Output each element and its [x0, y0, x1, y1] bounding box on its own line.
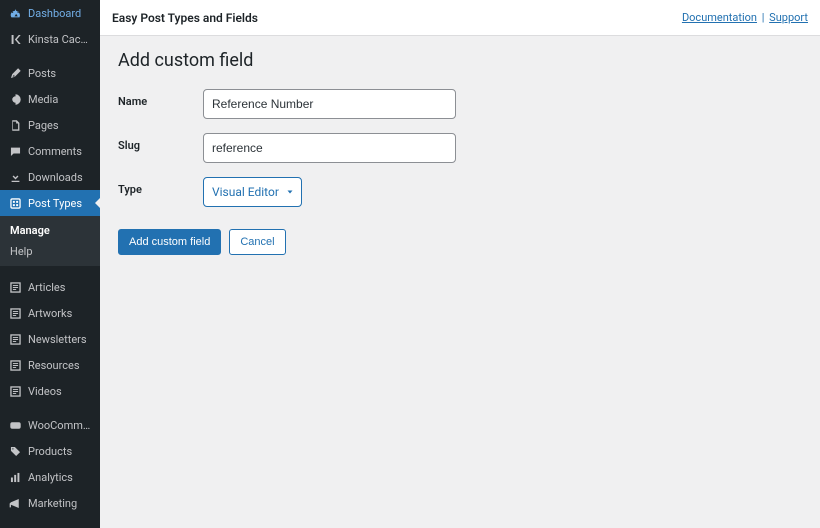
plugin-title: Easy Post Types and Fields [112, 11, 258, 25]
sidebar-item-media[interactable]: Media [0, 86, 100, 112]
sidebar-item-label: Downloads [28, 171, 83, 184]
sidebar-item-newsletters[interactable]: Newsletters [0, 326, 100, 352]
comments-icon [8, 144, 22, 158]
add-custom-field-button[interactable]: Add custom field [118, 229, 221, 255]
form-actions: Add custom field Cancel [118, 229, 802, 255]
label-name: Name [118, 89, 203, 108]
post-types-icon [8, 196, 22, 210]
sidebar-item-label: Resources [28, 359, 80, 372]
sidebar-item-post-types[interactable]: Post Types [0, 190, 100, 216]
support-link[interactable]: Support [769, 11, 808, 24]
sidebar-item-label: Newsletters [28, 333, 87, 346]
sidebar-item-posts[interactable]: Posts [0, 60, 100, 86]
products-icon [8, 444, 22, 458]
sidebar-item-dashboard[interactable]: Dashboard [0, 0, 100, 26]
admin-sidebar: Dashboard Kinsta Cache Posts Media Pages… [0, 0, 100, 528]
page-body: Add custom field Name Slug Type Visual E… [100, 36, 820, 269]
submenu-item-manage[interactable]: Manage [0, 220, 100, 241]
sidebar-item-videos[interactable]: Videos [0, 378, 100, 404]
newsletters-icon [8, 332, 22, 346]
chevron-down-icon [285, 187, 295, 197]
media-icon [8, 92, 22, 106]
sidebar-item-label: Products [28, 445, 72, 458]
sidebar-item-label: Media [28, 93, 58, 106]
dashboard-icon [8, 6, 22, 20]
woocommerce-icon [8, 418, 22, 432]
sidebar-separator [0, 52, 100, 60]
type-select-value: Visual Editor [212, 185, 279, 199]
posts-icon [8, 66, 22, 80]
sidebar-item-articles[interactable]: Articles [0, 274, 100, 300]
sidebar-item-analytics[interactable]: Analytics [0, 464, 100, 490]
kinsta-icon [8, 32, 22, 46]
main-content: Easy Post Types and Fields Documentation… [100, 0, 820, 528]
sidebar-item-appearance[interactable]: Appearance [0, 524, 100, 528]
sidebar-separator [0, 404, 100, 412]
marketing-icon [8, 496, 22, 510]
sidebar-item-label: Comments [28, 145, 82, 158]
sidebar-item-products[interactable]: Products [0, 438, 100, 464]
sidebar-item-comments[interactable]: Comments [0, 138, 100, 164]
sidebar-item-label: Artworks [28, 307, 72, 320]
form-row-name: Name [118, 89, 802, 119]
sidebar-item-resources[interactable]: Resources [0, 352, 100, 378]
plugin-header-links: Documentation | Support [682, 11, 808, 24]
submenu-item-help[interactable]: Help [0, 241, 100, 262]
sidebar-item-marketing[interactable]: Marketing [0, 490, 100, 516]
pages-icon [8, 118, 22, 132]
sidebar-item-label: Dashboard [28, 7, 81, 20]
sidebar-item-label: Posts [28, 67, 56, 80]
videos-icon [8, 384, 22, 398]
sidebar-item-label: Post Types [28, 197, 82, 210]
sidebar-item-kinsta-cache[interactable]: Kinsta Cache [0, 26, 100, 52]
slug-input[interactable] [203, 133, 456, 163]
analytics-icon [8, 470, 22, 484]
sidebar-separator [0, 266, 100, 274]
documentation-link[interactable]: Documentation [682, 11, 757, 24]
sidebar-item-artworks[interactable]: Artworks [0, 300, 100, 326]
sidebar-item-label: WooCommerce [28, 419, 92, 432]
sidebar-item-label: Videos [28, 385, 62, 398]
cancel-button[interactable]: Cancel [229, 229, 285, 255]
sidebar-item-label: Analytics [28, 471, 73, 484]
downloads-icon [8, 170, 22, 184]
sidebar-item-label: Articles [28, 281, 65, 294]
sidebar-item-label: Kinsta Cache [28, 33, 92, 46]
label-type: Type [118, 177, 203, 196]
resources-icon [8, 358, 22, 372]
page-heading: Add custom field [118, 50, 802, 71]
type-select[interactable]: Visual Editor [203, 177, 302, 207]
sidebar-item-pages[interactable]: Pages [0, 112, 100, 138]
label-slug: Slug [118, 133, 203, 152]
name-input[interactable] [203, 89, 456, 119]
form-row-slug: Slug [118, 133, 802, 163]
sidebar-separator [0, 516, 100, 524]
artworks-icon [8, 306, 22, 320]
articles-icon [8, 280, 22, 294]
form-row-type: Type Visual Editor [118, 177, 802, 207]
sidebar-item-label: Pages [28, 119, 59, 132]
sidebar-submenu-post-types: Manage Help [0, 216, 100, 266]
plugin-header-bar: Easy Post Types and Fields Documentation… [100, 0, 820, 36]
link-separator: | [760, 11, 767, 24]
sidebar-item-label: Marketing [28, 497, 77, 510]
sidebar-item-downloads[interactable]: Downloads [0, 164, 100, 190]
sidebar-item-woocommerce[interactable]: WooCommerce [0, 412, 100, 438]
